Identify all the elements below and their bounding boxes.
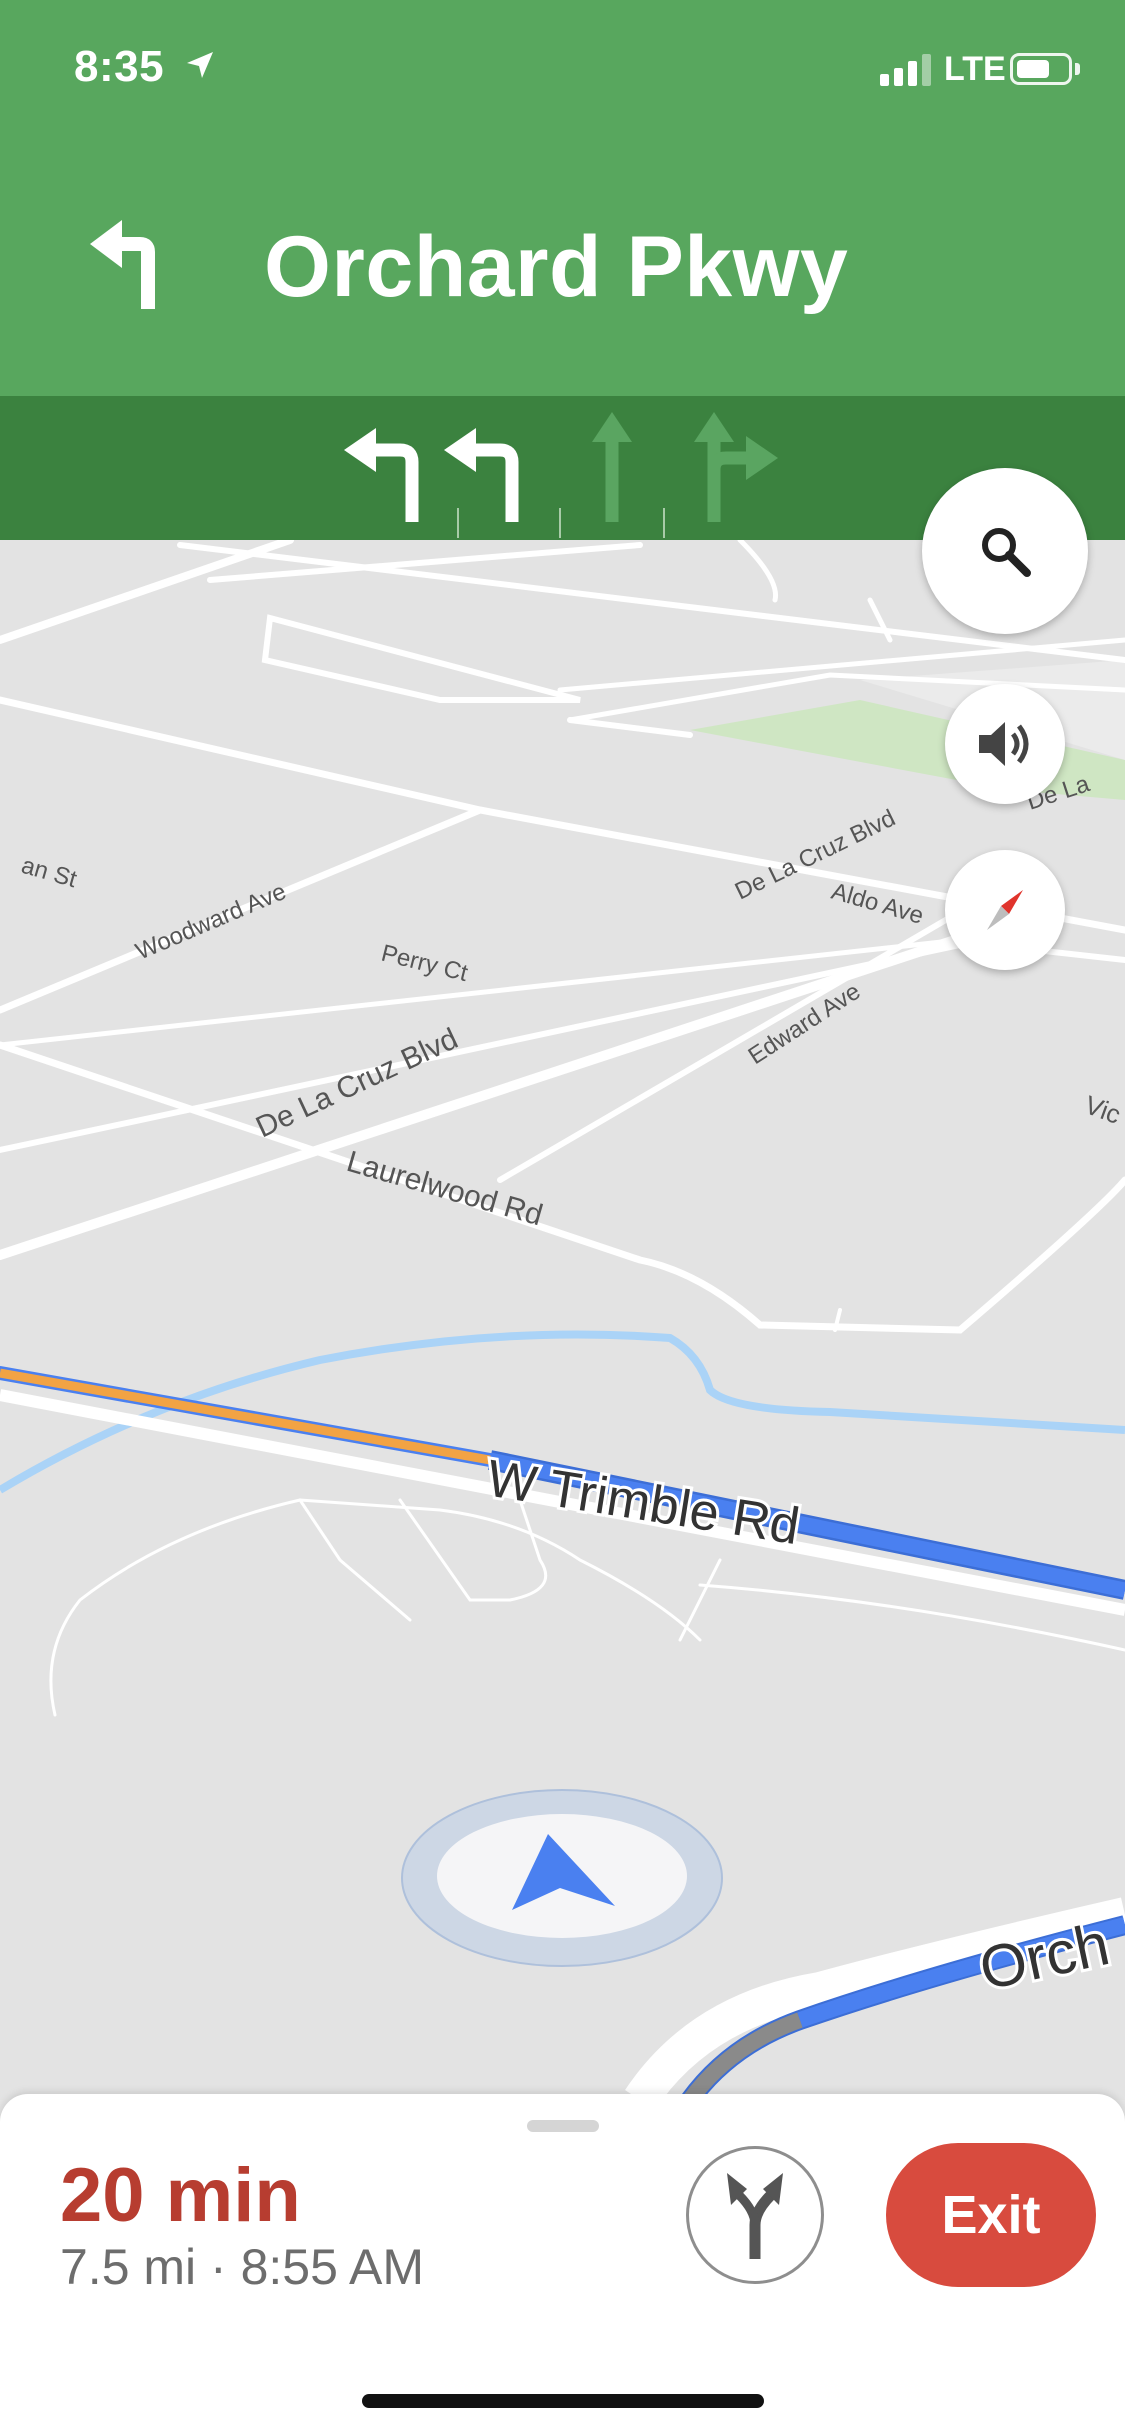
current-location-icon <box>401 1789 723 1967</box>
sheet-drag-handle[interactable] <box>527 2120 599 2132</box>
eta-duration-unit: min <box>165 2153 301 2238</box>
signal-icon <box>880 54 931 86</box>
lane-guidance <box>344 412 778 538</box>
search-icon <box>982 528 1031 577</box>
exit-button[interactable]: Exit <box>886 2143 1096 2287</box>
home-indicator[interactable] <box>362 2394 764 2408</box>
status-bar: 8:35 LTE <box>0 0 1125 130</box>
sound-button[interactable] <box>945 684 1065 804</box>
eta-duration-value: 20 <box>60 2153 145 2238</box>
straight-lane-icon <box>592 412 632 522</box>
turn-left-icon <box>90 220 155 309</box>
search-button[interactable] <box>922 468 1088 634</box>
compass-button[interactable] <box>945 850 1065 970</box>
turn-left-lane-icon <box>344 428 419 522</box>
turn-left-lane-icon <box>444 428 519 522</box>
straight-or-right-lane-icon <box>694 412 778 522</box>
alternate-routes-button[interactable] <box>686 2146 824 2284</box>
eta-duration: 20 min <box>60 2152 301 2239</box>
route-fork-icon <box>727 2173 783 2259</box>
status-time: 8:35 <box>74 42 165 91</box>
battery-icon <box>1010 53 1072 85</box>
volume-icon <box>979 722 1029 766</box>
network-type: LTE <box>944 50 1006 88</box>
battery-cap <box>1075 63 1080 75</box>
location-arrow-icon <box>187 52 213 78</box>
trip-distance-arrival: 7.5 mi · 8:55 AM <box>60 2239 425 2295</box>
next-street-name: Orchard Pkwy <box>264 219 849 315</box>
compass-icon <box>987 890 1023 930</box>
